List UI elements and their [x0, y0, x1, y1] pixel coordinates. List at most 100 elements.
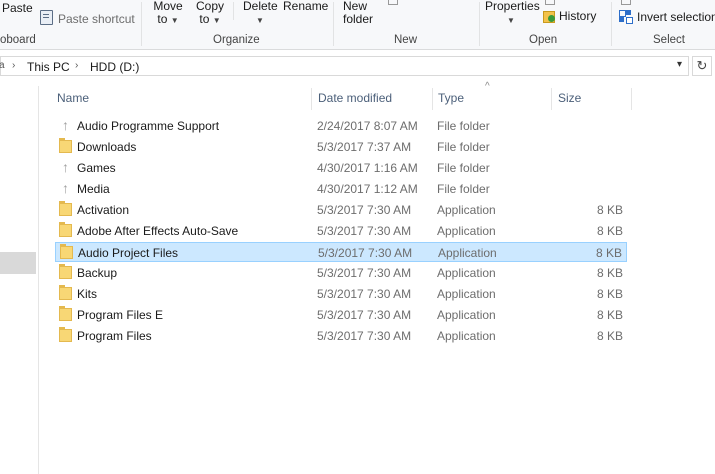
chevron-down-icon: ▼: [507, 16, 515, 25]
file-size: 8 KB: [596, 329, 623, 343]
table-row[interactable]: Audio Project Files 5/3/2017 7:30 AM Appli…: [55, 242, 627, 262]
file-name: Media: [77, 182, 110, 196]
file-type: Application: [438, 246, 497, 260]
table-row[interactable]: Adobe After Effects Auto-Save 5/3/2017 7:…: [55, 221, 627, 241]
folder-icon: [59, 222, 72, 237]
file-name: Adobe After Effects Auto-Save: [77, 224, 239, 238]
file-type: File folder: [437, 140, 490, 154]
file-date: 2/24/2017 8:07 AM: [317, 119, 418, 133]
folder-icon: [59, 264, 72, 279]
breadcrumb-this-pc[interactable]: This PC: [27, 60, 70, 74]
file-date: 5/3/2017 7:30 AM: [317, 329, 412, 343]
new-group-label: New: [394, 34, 418, 46]
file-size: 8 KB: [596, 224, 623, 238]
file-date: 5/3/2017 7:30 AM: [317, 308, 412, 322]
copy-to-button[interactable]: Copy to ▼: [196, 0, 224, 27]
refresh-button[interactable]: ↻: [692, 56, 712, 76]
folder-icon: [59, 306, 72, 321]
ribbon-divider: [333, 2, 334, 46]
file-date: 5/3/2017 7:30 AM: [318, 246, 413, 260]
new-folder-button[interactable]: New folder: [343, 0, 373, 26]
ribbon-divider: [611, 2, 612, 46]
refresh-icon: ↻: [696, 58, 708, 73]
open-icon: [545, 0, 555, 5]
ribbon-divider: [233, 2, 234, 20]
file-date: 5/3/2017 7:30 AM: [317, 266, 412, 280]
column-header-type[interactable]: Type: [438, 91, 464, 115]
file-type: Application: [437, 224, 496, 238]
chevron-right-icon[interactable]: ›: [75, 60, 78, 71]
organize-group-label: Organize: [213, 34, 260, 46]
file-name: Games: [77, 161, 116, 175]
table-row[interactable]: ↑ Media 4/30/2017 1:12 AM File folder: [55, 179, 627, 199]
table-row[interactable]: Program Files E 5/3/2017 7:30 AM Applicati…: [55, 305, 627, 325]
chevron-down-icon: ▼: [212, 16, 221, 25]
file-name: Downloads: [77, 140, 137, 154]
chevron-down-icon: ▼: [256, 16, 264, 25]
properties-button[interactable]: Properties ▼: [485, 0, 540, 27]
table-row[interactable]: Activation 5/3/2017 7:30 AM Application 8 K…: [55, 200, 627, 220]
table-row[interactable]: Downloads 5/3/2017 7:37 AM File folder: [55, 137, 627, 157]
paste-button[interactable]: Paste: [2, 2, 33, 15]
up-arrow-icon: ↑: [62, 159, 69, 175]
table-row[interactable]: Program Files 5/3/2017 7:30 AM Application…: [55, 326, 627, 346]
ribbon-divider: [479, 2, 480, 46]
chevron-right-icon[interactable]: ›: [12, 60, 15, 71]
breadcrumb-hdd[interactable]: HDD (D:): [90, 60, 139, 74]
table-row[interactable]: ↑ Audio Programme Support 2/24/2017 8:07 A…: [55, 116, 627, 136]
file-date: 5/3/2017 7:30 AM: [317, 224, 412, 238]
folder-icon: [59, 201, 72, 216]
paste-shortcut-button[interactable]: Paste shortcut: [40, 10, 135, 26]
file-type: File folder: [437, 119, 490, 133]
column-divider[interactable]: [631, 88, 632, 110]
select-all-icon: [621, 0, 631, 5]
folder-icon: [59, 285, 72, 300]
file-type: Application: [437, 266, 496, 280]
delete-button[interactable]: Delete ▼: [243, 0, 278, 27]
sort-indicator-icon: ^: [485, 81, 490, 92]
file-size: 8 KB: [596, 287, 623, 301]
file-size: 8 KB: [596, 266, 623, 280]
invert-selection-button[interactable]: Invert selection: [619, 10, 715, 24]
nav-selected-item[interactable]: [0, 252, 36, 274]
history-button[interactable]: History: [543, 10, 596, 23]
file-name: Activation: [77, 203, 130, 217]
column-divider[interactable]: [551, 88, 552, 110]
table-row[interactable]: Backup 5/3/2017 7:30 AM Application 8 KB: [55, 263, 627, 283]
file-type: Application: [437, 308, 496, 322]
clipboard-group-label: oboard: [0, 34, 36, 46]
rename-button[interactable]: Rename: [283, 0, 328, 13]
table-row[interactable]: ↑ Games 4/30/2017 1:16 AM File folder: [55, 158, 627, 178]
paste-shortcut-icon: [40, 10, 53, 25]
column-header-date[interactable]: Date modified: [318, 91, 392, 115]
file-name: Audio Project Files: [78, 246, 179, 260]
file-name: Program Files E: [77, 308, 164, 322]
file-date: 5/3/2017 7:30 AM: [317, 203, 412, 217]
ribbon: Paste Paste shortcut oboard Move to ▼ Co…: [0, 0, 715, 50]
file-date: 4/30/2017 1:16 AM: [317, 161, 418, 175]
file-type: Application: [437, 203, 496, 217]
folder-icon: [59, 327, 72, 342]
address-bar[interactable]: a › This PC › HDD (D:) ▾: [0, 56, 689, 76]
file-type: Application: [437, 287, 496, 301]
navigation-pane: [0, 86, 39, 474]
history-icon: [543, 10, 556, 23]
folder-icon: [59, 138, 72, 153]
address-dropdown-icon[interactable]: ▾: [677, 59, 682, 70]
chevron-down-icon: ▼: [170, 16, 179, 25]
column-header-name[interactable]: Name: [57, 91, 89, 115]
file-name: Kits: [77, 287, 98, 301]
file-name: Program Files: [77, 329, 152, 343]
file-type: File folder: [437, 182, 490, 196]
up-arrow-icon: ↑: [62, 180, 69, 196]
file-date: 5/3/2017 7:30 AM: [317, 287, 412, 301]
move-to-button[interactable]: Move to ▼: [153, 0, 183, 27]
column-header-size[interactable]: Size: [558, 91, 581, 115]
file-size: 8 KB: [595, 246, 622, 260]
new-item-icon: [388, 0, 398, 5]
column-divider[interactable]: [432, 88, 433, 110]
up-arrow-icon: ↑: [62, 117, 69, 133]
file-type: File folder: [437, 161, 490, 175]
table-row[interactable]: Kits 5/3/2017 7:30 AM Application 8 KB: [55, 284, 627, 304]
column-divider[interactable]: [311, 88, 312, 110]
